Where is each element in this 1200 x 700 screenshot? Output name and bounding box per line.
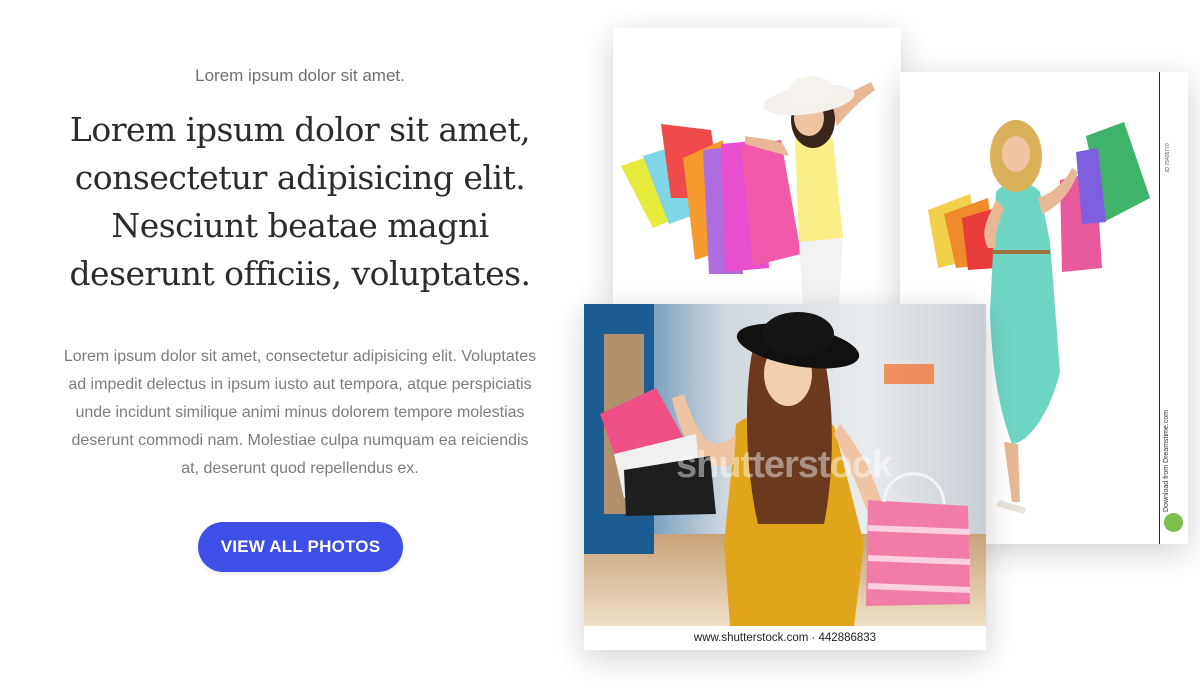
watermark-text: Download from Dreamstime.com [1163,410,1170,512]
gallery-photo-woman-white-hat[interactable] [613,28,901,304]
photo-caption: www.shutterstock.com · 442886833 [584,626,986,650]
gallery-photo-woman-black-hat[interactable]: shutterstock www.shutterstock.com · 4428… [584,304,986,650]
photo-watermark-strip: ID 75405770 Download from Dreamstime.com [1159,72,1188,544]
hero-section: Lorem ipsum dolor sit amet. Lorem ipsum … [0,0,600,700]
view-all-photos-button[interactable]: VIEW ALL PHOTOS [198,522,403,572]
dreamstime-logo-icon [1164,513,1183,532]
hero-body: Lorem ipsum dolor sit amet, consectetur … [63,348,537,477]
hero-headline: Lorem ipsum dolor sit amet, consectetur … [69,110,531,293]
hero-eyebrow: Lorem ipsum dolor sit amet. [195,66,405,85]
photo-illustration [613,28,901,304]
watermark-text: shutterstock [676,444,893,486]
